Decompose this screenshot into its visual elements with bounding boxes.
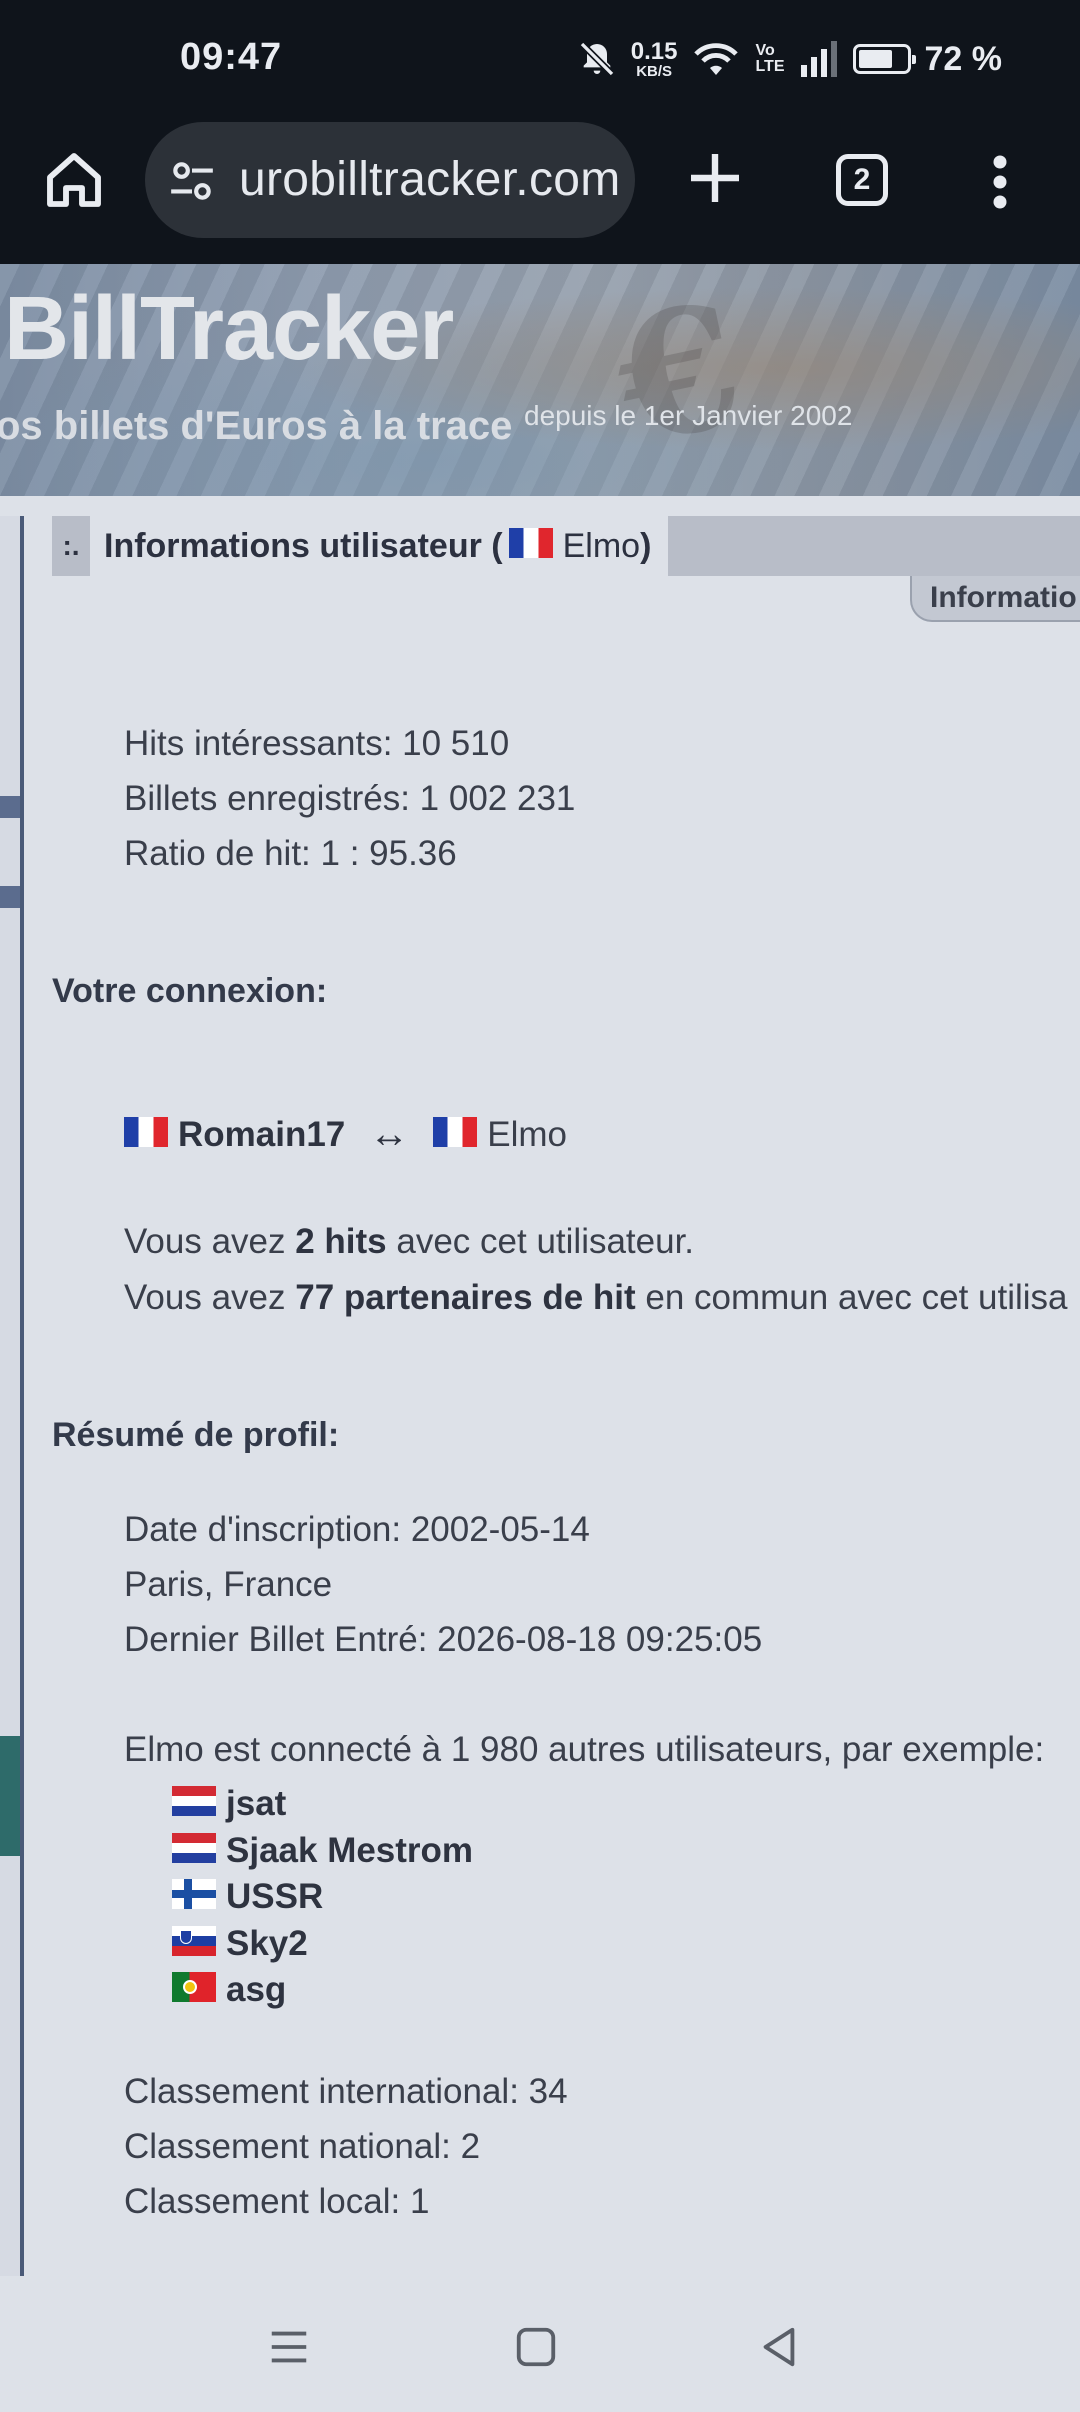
- connected-user-name[interactable]: asg: [226, 1970, 286, 2010]
- connexion-partners-link[interactable]: 77 partenaires de hit: [295, 1278, 635, 1317]
- home-button-icon[interactable]: [513, 2324, 559, 2370]
- site-settings-icon[interactable]: [167, 156, 217, 206]
- battery-icon: [852, 44, 916, 74]
- signal-icon: [800, 41, 837, 77]
- connected-user-name[interactable]: USSR: [226, 1877, 323, 1917]
- connected-user-name[interactable]: Sjaak Mestrom: [226, 1831, 473, 1871]
- net-speed: 0.15 KB/S: [630, 37, 678, 80]
- flag-fr-icon: [433, 1116, 478, 1147]
- connected-user-item[interactable]: jsat: [172, 1784, 286, 1824]
- flag-nl-icon: [172, 1833, 216, 1863]
- stat-hits: Hits intéressants: 10 510: [124, 724, 510, 763]
- panel-username[interactable]: Elmo: [563, 527, 640, 566]
- profil-location: Paris, France: [124, 1565, 333, 1604]
- banknote-decoration: €: [600, 264, 758, 485]
- connexion-hits-line: Vous avez 2 hits avec cet utilisateur.: [124, 1222, 695, 1261]
- connexion-partners-line: Vous avez 77 partenaires de hit en commu…: [124, 1278, 1068, 1317]
- connected-user-item[interactable]: Sjaak Mestrom: [172, 1831, 473, 1871]
- flag-fi-icon: [172, 1879, 216, 1909]
- left-sidebar-edge: [0, 516, 24, 2276]
- site-header: € BillTracker os billets d'Euros à la tr…: [0, 264, 1080, 496]
- stat-billets: Billets enregistrés: 1 002 231: [124, 779, 576, 818]
- address-bar[interactable]: urobilltracker.com: [145, 122, 635, 238]
- site-title[interactable]: BillTracker: [4, 278, 454, 381]
- tabs-icon[interactable]: 2: [836, 154, 888, 206]
- connexion-heading: Votre connexion:: [52, 972, 328, 1010]
- panel-marker: :.: [52, 516, 90, 576]
- site-since: depuis le 1er Janvier 2002: [524, 400, 853, 431]
- recents-icon[interactable]: [266, 2324, 312, 2370]
- tab-informations[interactable]: Informatio: [910, 576, 1080, 622]
- connexion-hits-link[interactable]: 2 hits: [295, 1222, 386, 1261]
- profil-heading: Résumé de profil:: [52, 1416, 340, 1454]
- status-time: 09:47: [180, 36, 283, 78]
- flag-si-icon: [172, 1926, 216, 1956]
- flag-fr-icon: [508, 528, 553, 558]
- panel-title: Informations utilisateur ( Elmo ): [90, 516, 666, 576]
- system-nav-bar: [0, 2282, 1080, 2412]
- connected-user-name[interactable]: Sky2: [226, 1924, 308, 1964]
- bell-off-icon: [579, 41, 615, 77]
- profil-date-inscription: Date d'inscription: 2002-05-14: [124, 1510, 590, 1549]
- connected-user-name[interactable]: jsat: [226, 1784, 286, 1824]
- connected-user-item[interactable]: USSR: [172, 1877, 323, 1917]
- connected-user-item[interactable]: Sky2: [172, 1924, 308, 1964]
- connexion-row: Romain17 ↔ Elmo: [124, 1112, 567, 1157]
- classement-local: Classement local: 1: [124, 2182, 430, 2221]
- main-content: :. Informations utilisateur ( Elmo ) Inf…: [0, 496, 1080, 2282]
- connexion-from-user[interactable]: Romain17: [178, 1115, 345, 1155]
- battery-text: 72 %: [924, 39, 1003, 78]
- volte-indicator: Vo LTE: [755, 42, 785, 75]
- panel-header-bar: [668, 516, 1080, 576]
- url-text[interactable]: urobilltracker.com: [239, 152, 621, 207]
- flag-pt-icon: [172, 1972, 216, 2002]
- back-icon[interactable]: [756, 2324, 802, 2370]
- classement-international: Classement international: 34: [124, 2072, 568, 2111]
- flag-fr-icon: [124, 1116, 168, 1147]
- bidirectional-arrow-icon: ↔: [369, 1112, 410, 1156]
- connected-user-item[interactable]: asg: [172, 1970, 286, 2010]
- connexion-to-user[interactable]: Elmo: [487, 1115, 567, 1155]
- wifi-icon: [694, 43, 739, 75]
- sidebar-tab[interactable]: [0, 796, 20, 818]
- sidebar-tab[interactable]: [0, 886, 20, 908]
- profil-connected-text: Elmo est connecté à 1 980 autres utilisa…: [124, 1730, 1045, 1769]
- browser-toolbar: urobilltracker.com 2: [0, 120, 1080, 264]
- status-bar: 09:47 0.15 KB/S Vo LTE 72 %: [0, 0, 1080, 120]
- stat-ratio: Ratio de hit: 1 : 95.36: [124, 834, 457, 873]
- site-tagline: os billets d'Euros à la trace: [0, 404, 513, 448]
- home-icon[interactable]: [42, 148, 106, 212]
- panel-header: :. Informations utilisateur ( Elmo ): [52, 516, 666, 576]
- flag-nl-icon: [172, 1786, 216, 1816]
- profil-dernier-billet: Dernier Billet Entré: 2026-08-18 09:25:0…: [124, 1620, 763, 1659]
- new-tab-icon[interactable]: [683, 146, 747, 210]
- sidebar-tab[interactable]: [0, 1736, 20, 1856]
- status-icons: 0.15 KB/S Vo LTE 72 %: [577, 34, 1002, 84]
- overflow-menu-icon[interactable]: [985, 152, 1015, 212]
- classement-national: Classement national: 2: [124, 2127, 481, 2166]
